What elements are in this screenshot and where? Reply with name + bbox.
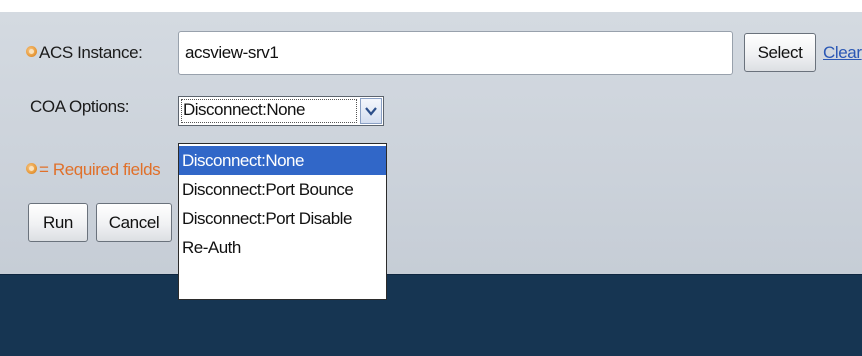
select-button[interactable]: Select — [744, 33, 816, 72]
dropdown-option-disconnect-none[interactable]: Disconnect:None — [179, 146, 386, 175]
required-asterisk-icon — [26, 46, 37, 58]
page: ACS Instance: Select Clear COA Options: … — [0, 0, 862, 356]
cancel-button[interactable]: Cancel — [96, 203, 172, 242]
required-asterisk-icon — [26, 163, 37, 175]
dropdown-option-port-bounce[interactable]: Disconnect:Port Bounce — [179, 175, 386, 204]
acs-instance-label-text: ACS Instance: — [39, 43, 143, 62]
coa-selected-value: Disconnect:None — [183, 100, 305, 119]
footer-band — [0, 274, 862, 356]
acs-instance-input[interactable] — [178, 31, 733, 75]
coa-options-select[interactable]: Disconnect:None — [178, 96, 384, 126]
dropdown-option-port-disable[interactable]: Disconnect:Port Disable — [179, 204, 386, 233]
required-fields-text: = Required fields — [39, 160, 161, 179]
acs-instance-label: ACS Instance: — [26, 43, 143, 63]
dropdown-option-re-auth[interactable]: Re-Auth — [179, 233, 386, 262]
run-button[interactable]: Run — [28, 203, 88, 242]
coa-options-label: COA Options: — [30, 97, 130, 116]
clear-link[interactable]: Clear — [823, 43, 862, 63]
required-fields-note: = Required fields — [26, 160, 161, 180]
coa-options-dropdown: Disconnect:None Disconnect:Port Bounce D… — [178, 143, 387, 300]
chevron-down-icon[interactable] — [360, 98, 382, 124]
